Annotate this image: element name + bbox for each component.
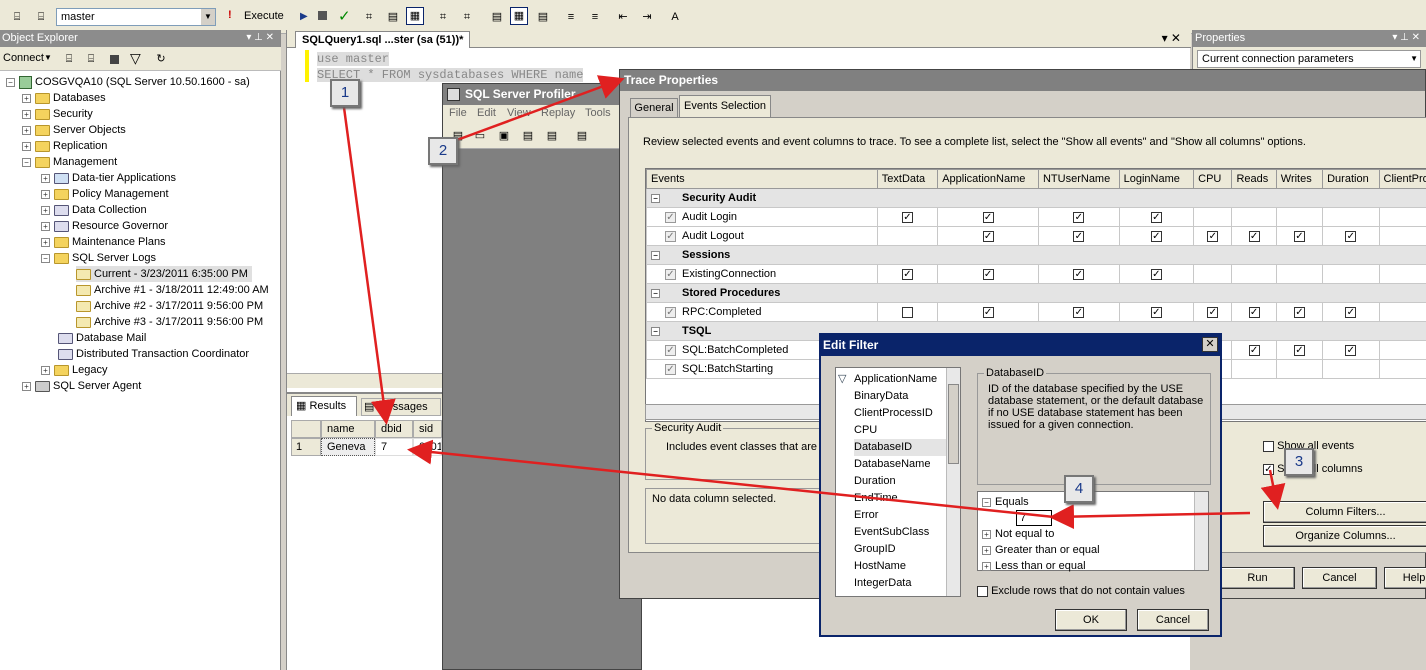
callout-1: 1: [330, 79, 360, 107]
annotation-arrows: [341, 75, 1286, 530]
callout-4: 4: [1064, 475, 1094, 503]
callout-3: 3: [1284, 448, 1314, 476]
arrow-5: [407, 439, 1055, 519]
callout-2: 2: [428, 137, 458, 165]
arrow-3: [1260, 469, 1286, 510]
arrow-4: [1049, 504, 1251, 530]
arrow-2: [456, 75, 625, 142]
arrow-1: [341, 99, 396, 425]
